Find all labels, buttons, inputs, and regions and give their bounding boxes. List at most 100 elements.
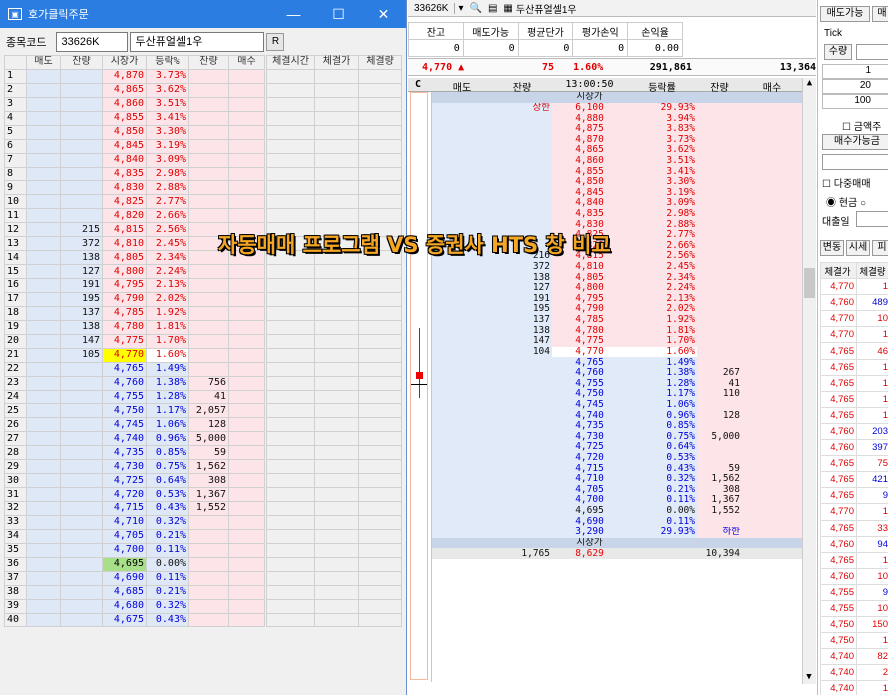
hoga-cell[interactable]: 4,710 — [552, 473, 627, 485]
hoga-cell[interactable] — [432, 442, 492, 453]
hoga-cell[interactable]: 3.94% — [627, 113, 697, 124]
hoga-cell[interactable]: 4,690 — [552, 516, 627, 527]
table-cell[interactable]: 191 — [60, 278, 103, 293]
hoga-cell[interactable] — [432, 261, 492, 273]
hoga-row[interactable]: 시장가 — [432, 537, 804, 549]
hoga-row[interactable]: 4,880 3.94% — [432, 113, 804, 124]
hoga-cell[interactable] — [697, 155, 742, 167]
table-cell[interactable] — [26, 180, 61, 196]
hoga-cell[interactable] — [492, 134, 552, 146]
hoga-cell[interactable] — [492, 516, 552, 527]
hoga-cell[interactable] — [697, 516, 742, 527]
hoga-cell[interactable] — [432, 293, 492, 305]
hoga-cell[interactable] — [492, 367, 552, 379]
table-cell[interactable]: 0.43% — [146, 501, 189, 516]
hoga-row[interactable]: 4,750 1.17% 110 — [432, 389, 804, 400]
table-cell[interactable]: 4,815 — [102, 222, 147, 238]
table-cell[interactable]: 4,825 — [102, 194, 147, 210]
hoga-cell[interactable] — [492, 113, 552, 124]
table-cell[interactable]: 137 — [60, 305, 103, 321]
table-cell[interactable] — [26, 347, 61, 363]
table-cell[interactable] — [60, 166, 103, 182]
table-cell[interactable] — [228, 208, 265, 224]
table-row[interactable]: 8 4,835 2.98% — [4, 166, 265, 182]
table-cell[interactable] — [228, 473, 265, 489]
hoga-cell[interactable]: 5,000 — [697, 431, 742, 443]
table-cell[interactable] — [26, 96, 61, 112]
table-cell[interactable] — [60, 514, 103, 530]
hoga-cell[interactable] — [627, 92, 697, 103]
hoga-cell[interactable] — [492, 410, 552, 421]
table-cell[interactable] — [188, 208, 229, 224]
hoga-cell[interactable] — [492, 176, 552, 188]
hoga-cell[interactable] — [697, 123, 742, 135]
table-cell[interactable] — [188, 319, 229, 335]
table-row[interactable]: 22 4,765 1.49% — [4, 361, 265, 377]
table-cell[interactable]: 1,562 — [188, 459, 229, 475]
table-cell[interactable]: 2.02% — [146, 291, 189, 307]
table-cell[interactable]: 4,800 — [102, 264, 147, 279]
table-cell[interactable] — [188, 542, 229, 558]
table-cell[interactable] — [26, 528, 61, 544]
table-row[interactable]: 40 4,675 0.43% — [4, 612, 265, 628]
hoga-row[interactable]: 4,860 3.51% — [432, 155, 804, 167]
table-cell[interactable]: 0.00% — [146, 556, 189, 572]
hoga-cell[interactable] — [742, 282, 804, 294]
hoga-cell[interactable] — [697, 92, 742, 103]
table-row[interactable]: 7 4,840 3.09% — [4, 152, 265, 168]
table-cell[interactable] — [26, 250, 61, 266]
hoga-cell[interactable]: 1,765 — [492, 548, 552, 559]
table-row[interactable]: 11 4,820 2.66% — [4, 208, 265, 224]
hoga-row[interactable]: 3,290 29.93% 하한 — [432, 526, 804, 538]
table-cell[interactable] — [228, 501, 265, 516]
hoga-cell[interactable] — [697, 219, 742, 230]
hoga-row[interactable]: 4,875 3.83% — [432, 123, 804, 135]
hoga-cell[interactable] — [432, 325, 492, 337]
hoga-cell[interactable] — [742, 442, 804, 453]
table-cell[interactable] — [188, 124, 229, 140]
table-cell[interactable]: 0.11% — [146, 570, 189, 586]
grid-icon[interactable]: ▦ — [500, 3, 515, 14]
hoga-cell[interactable] — [432, 410, 492, 421]
hoga-cell[interactable]: 4,780 — [552, 325, 627, 337]
hoga-cell[interactable] — [742, 272, 804, 283]
hoga-row[interactable]: 4,715 0.43% 59 — [432, 463, 804, 474]
table-cell[interactable] — [228, 180, 265, 196]
hoga-cell[interactable] — [492, 123, 552, 135]
hoga-cell[interactable] — [432, 166, 492, 177]
table-cell[interactable] — [60, 528, 103, 544]
hoga-cell[interactable] — [697, 442, 742, 453]
hoga-cell[interactable]: 4,795 — [552, 293, 627, 305]
table-cell[interactable] — [26, 82, 61, 98]
table-cell[interactable] — [228, 584, 265, 600]
hoga-cell[interactable]: 2.45% — [627, 261, 697, 273]
hoga-row[interactable]: 195 4,790 2.02% — [432, 304, 804, 315]
hoga-row[interactable]: 4,850 3.30% — [432, 176, 804, 188]
table-row[interactable]: 5 4,850 3.30% — [4, 124, 265, 140]
hoga-cell[interactable]: 1,562 — [697, 473, 742, 485]
table-cell[interactable]: 4,780 — [102, 319, 147, 335]
hoga-cell[interactable]: 4,720 — [552, 452, 627, 464]
hoga-cell[interactable]: 2.88% — [627, 219, 697, 230]
table-row[interactable]: 25 4,750 1.17% 2,057 — [4, 403, 265, 419]
table-cell[interactable] — [26, 459, 61, 475]
table-cell[interactable] — [188, 305, 229, 321]
table-cell[interactable]: 2.13% — [146, 278, 189, 293]
table-cell[interactable] — [60, 180, 103, 196]
hoga-cell[interactable] — [742, 208, 804, 220]
hoga-cell[interactable] — [742, 357, 804, 368]
table-cell[interactable] — [228, 319, 265, 335]
hoga-cell[interactable] — [697, 145, 742, 156]
hoga-cell[interactable] — [432, 187, 492, 199]
hoga-cell[interactable]: 0.32% — [627, 473, 697, 485]
hoga-cell[interactable]: 시장가 — [552, 92, 627, 103]
table-cell[interactable]: 4,805 — [102, 250, 147, 266]
table-cell[interactable] — [60, 431, 103, 447]
hoga-cell[interactable] — [742, 251, 804, 262]
table-cell[interactable] — [228, 542, 265, 558]
table-cell[interactable]: 4,710 — [102, 514, 147, 530]
hoga-cell[interactable] — [697, 251, 742, 262]
hoga-row[interactable]: 4,740 0.96% 128 — [432, 410, 804, 421]
hoga-cell[interactable] — [432, 495, 492, 506]
hoga-cell[interactable]: 137 — [492, 314, 552, 326]
